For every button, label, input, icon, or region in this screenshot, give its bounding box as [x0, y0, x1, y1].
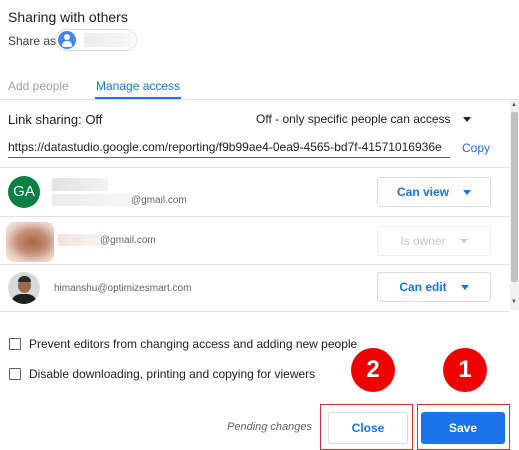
save-button[interactable]: Save	[421, 412, 505, 444]
link-sharing-select[interactable]: Off - only specific people can access	[256, 112, 451, 126]
scroll-down-icon[interactable]: ▼	[511, 299, 517, 305]
pending-changes-text: Pending changes	[227, 421, 313, 433]
account-icon	[58, 31, 76, 49]
chevron-down-icon[interactable]	[463, 117, 471, 122]
link-sharing-label: Link sharing: Off	[8, 112, 103, 127]
chevron-down-icon	[460, 284, 469, 290]
chevron-down-icon	[459, 238, 468, 244]
row-divider	[0, 311, 509, 312]
person-email-redacted	[52, 194, 132, 206]
step-badge-2: 2	[351, 348, 395, 392]
scrollbar-thumb[interactable]	[511, 112, 518, 282]
person-email-redacted	[58, 234, 102, 246]
permission-dropdown[interactable]: Can edit	[377, 272, 491, 302]
scroll-up-icon[interactable]: ▲	[511, 102, 517, 108]
chevron-down-icon	[463, 189, 472, 195]
close-button[interactable]: Close	[328, 412, 408, 444]
copy-link-button[interactable]: Copy	[462, 141, 490, 155]
tab-divider	[0, 99, 519, 100]
avatar-redacted	[6, 222, 54, 262]
account-name-redacted	[84, 33, 132, 47]
avatar	[8, 272, 40, 304]
share-as-label: Share as	[8, 34, 57, 48]
row-divider	[0, 264, 509, 265]
disable-downloading-checkbox[interactable]	[9, 368, 21, 380]
share-url-underline	[8, 157, 450, 158]
prevent-editors-label[interactable]: Prevent editors from changing access and…	[29, 337, 357, 351]
tab-add-people[interactable]: Add people	[8, 79, 69, 93]
prevent-editors-checkbox[interactable]	[9, 338, 21, 350]
person-email: @gmail.com	[100, 235, 156, 246]
row-divider	[0, 216, 509, 217]
permission-label: Can view	[396, 185, 450, 199]
disable-downloading-label[interactable]: Disable downloading, printing and copyin…	[29, 367, 315, 381]
person-email: himanshu@optimizesmart.com	[54, 283, 192, 294]
share-url-field[interactable]: https://datastudio.google.com/reporting/…	[8, 140, 442, 154]
permission-label: Is owner	[400, 234, 446, 248]
avatar: GA	[8, 176, 40, 208]
step-badge-1: 1	[443, 348, 487, 392]
permission-label: Can edit	[399, 280, 447, 294]
permission-dropdown: Is owner	[377, 226, 491, 256]
tab-manage-access[interactable]: Manage access	[96, 79, 180, 93]
person-email: @gmail.com	[131, 195, 187, 206]
row-divider	[0, 167, 509, 168]
permission-dropdown[interactable]: Can view	[377, 177, 491, 207]
dialog-title: Sharing with others	[8, 9, 128, 25]
person-name-redacted	[52, 178, 108, 191]
